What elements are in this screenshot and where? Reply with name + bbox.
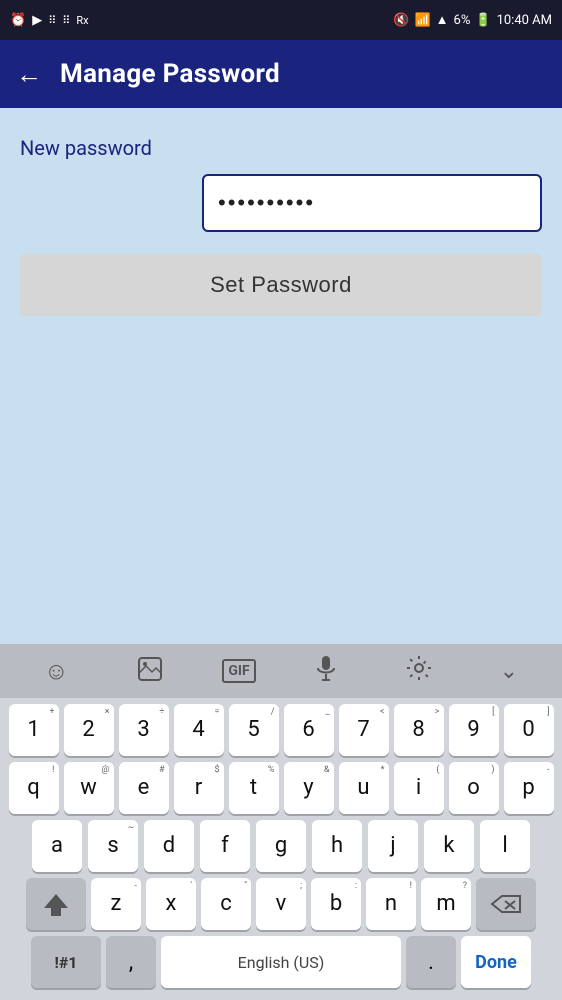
wifi-icon: 📶: [414, 13, 430, 28]
backspace-button[interactable]: [476, 878, 536, 930]
time-display: 10:40 AM: [497, 13, 552, 28]
space-button[interactable]: English (US): [161, 936, 401, 988]
period-button[interactable]: .: [406, 936, 456, 988]
play-icon: ▶: [32, 13, 42, 28]
key-m[interactable]: ?m: [421, 878, 471, 930]
key-x[interactable]: 'x: [146, 878, 196, 930]
field-label: New password: [20, 136, 542, 160]
number-row: +1 ×2 ÷3 =4 /5 _6 <7 >8 [9 ]0: [4, 704, 558, 756]
key-t[interactable]: %t: [229, 762, 279, 814]
done-button[interactable]: Done: [461, 936, 531, 988]
comma-button[interactable]: ,: [106, 936, 156, 988]
set-password-button[interactable]: Set Password: [20, 254, 542, 316]
battery-percent: 6%: [454, 13, 471, 28]
key-b[interactable]: :b: [311, 878, 361, 930]
key-k[interactable]: k: [424, 820, 474, 872]
emoji-button[interactable]: ☺: [34, 651, 79, 692]
key-u[interactable]: *u: [339, 762, 389, 814]
key-n[interactable]: !n: [366, 878, 416, 930]
content-area: New password Set Password: [0, 108, 562, 568]
clock-icon: ⏰: [10, 13, 26, 28]
key-h[interactable]: h: [312, 820, 362, 872]
key-v[interactable]: ;v: [256, 878, 306, 930]
key-o[interactable]: )o: [449, 762, 499, 814]
shift-button[interactable]: [26, 878, 86, 930]
z-row: -z 'x "c ;v :b !n ?m: [4, 878, 558, 930]
grid2-icon: ⠿: [62, 14, 70, 27]
key-d[interactable]: d: [144, 820, 194, 872]
battery-icon: 🔋: [475, 13, 491, 28]
mic-button[interactable]: [304, 648, 348, 694]
key-q[interactable]: !q: [9, 762, 59, 814]
key-6[interactable]: _6: [284, 704, 334, 756]
a-row: a ~s d f g h j k l: [4, 820, 558, 872]
key-e[interactable]: #e: [119, 762, 169, 814]
rx-icon: Rx: [76, 14, 88, 27]
key-f[interactable]: f: [200, 820, 250, 872]
key-j[interactable]: j: [368, 820, 418, 872]
key-r[interactable]: $r: [174, 762, 224, 814]
key-1[interactable]: +1: [9, 704, 59, 756]
key-w[interactable]: @w: [64, 762, 114, 814]
key-g[interactable]: g: [256, 820, 306, 872]
bottom-row: !#1 , English (US) . Done: [4, 936, 558, 988]
page-title: Manage Password: [60, 59, 280, 89]
symbol-button[interactable]: !#1: [31, 936, 101, 988]
key-9[interactable]: [9: [449, 704, 499, 756]
key-l[interactable]: l: [480, 820, 530, 872]
key-7[interactable]: <7: [339, 704, 389, 756]
key-a[interactable]: a: [32, 820, 82, 872]
key-y[interactable]: &y: [284, 762, 334, 814]
mute-icon: 🔇: [393, 13, 409, 28]
q-row: !q @w #e $r %t &y *u (i )o -p: [4, 762, 558, 814]
key-s[interactable]: ~s: [88, 820, 138, 872]
gif-button[interactable]: GIF: [222, 659, 255, 683]
key-2[interactable]: ×2: [64, 704, 114, 756]
grid-icon: ⠿: [48, 14, 56, 27]
collapse-button[interactable]: ⌄: [490, 653, 528, 690]
key-3[interactable]: ÷3: [119, 704, 169, 756]
back-button[interactable]: ←: [16, 59, 42, 90]
key-5[interactable]: /5: [229, 704, 279, 756]
status-bar: ⏰ ▶ ⠿ ⠿ Rx 🔇 📶 ▲ 6% 🔋 10:40 AM: [0, 0, 562, 40]
key-i[interactable]: (i: [394, 762, 444, 814]
status-icons-right: 🔇 📶 ▲ 6% 🔋 10:40 AM: [393, 12, 552, 28]
key-4[interactable]: =4: [174, 704, 224, 756]
key-c[interactable]: "c: [201, 878, 251, 930]
password-input-wrapper: [20, 174, 542, 232]
keyboard: ☺ GIF ⌄ +1: [0, 644, 562, 1000]
key-0[interactable]: ]0: [504, 704, 554, 756]
settings-button[interactable]: [396, 649, 442, 693]
key-z[interactable]: -z: [91, 878, 141, 930]
sticker-button[interactable]: [126, 649, 174, 694]
password-input[interactable]: [202, 174, 542, 232]
signal-icon: ▲: [436, 12, 449, 28]
keyboard-toolbar: ☺ GIF ⌄: [0, 644, 562, 698]
app-bar: ← Manage Password: [0, 40, 562, 108]
status-icons-left: ⏰ ▶ ⠿ ⠿ Rx: [10, 13, 89, 28]
keyboard-rows: +1 ×2 ÷3 =4 /5 _6 <7 >8 [9 ]0 !q @w #e $…: [0, 698, 562, 996]
key-8[interactable]: >8: [394, 704, 444, 756]
key-p[interactable]: -p: [504, 762, 554, 814]
